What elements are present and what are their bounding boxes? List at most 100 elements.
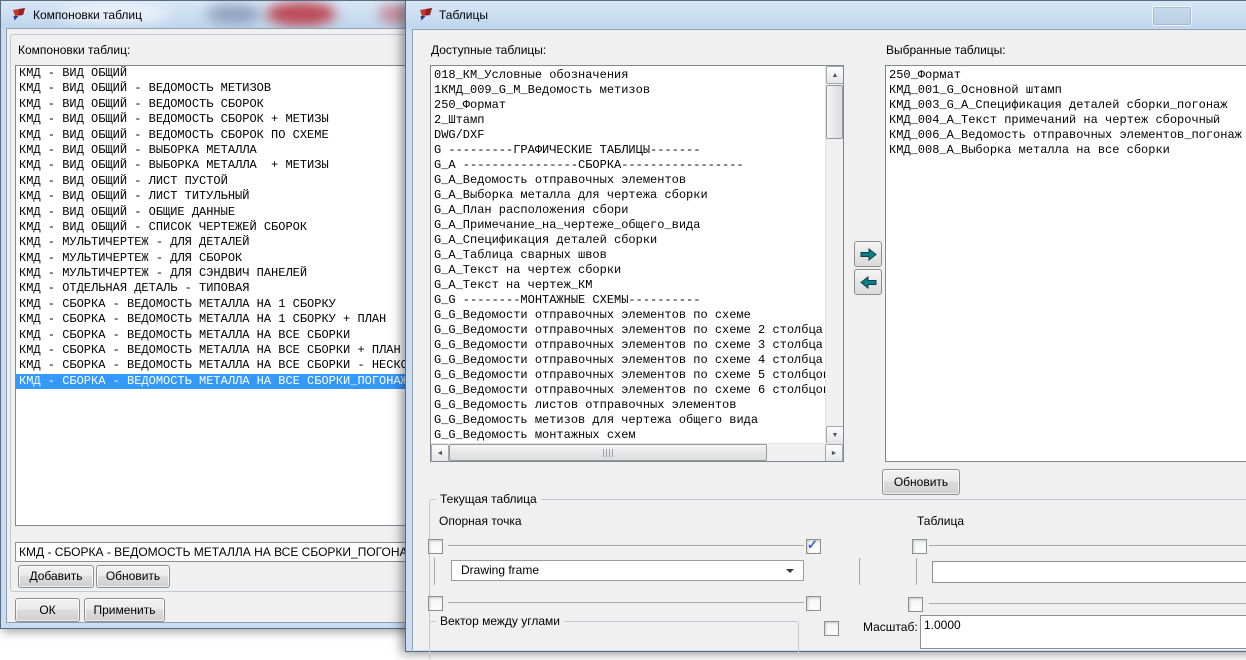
list-item[interactable]: КМД - ВИД ОБЩИЙ - ВЕДОМОСТЬ СБОРОК + МЕТ… bbox=[16, 112, 412, 127]
list-item[interactable]: КМД - ВИД ОБЩИЙ - ВЫБОРКА МЕТАЛЛА + МЕТИ… bbox=[16, 158, 412, 173]
list-item[interactable]: G_A_Ведомость отправочных элементов bbox=[431, 173, 826, 188]
list-item[interactable]: КМД_001_G_Основной штамп bbox=[886, 83, 1246, 98]
tables-dialog: Таблицы Доступные таблицы: 018_КМ_Условн… bbox=[405, 0, 1246, 652]
anchor-left-checkbox[interactable] bbox=[428, 539, 443, 554]
list-item[interactable]: КМД - ВИД ОБЩИЙ - ВЕДОМОСТЬ СБОРОК bbox=[16, 97, 412, 112]
connector-line bbox=[434, 558, 435, 585]
list-item[interactable]: G_G --------МОНТАЖНЫЕ СХЕМЫ---------- bbox=[431, 293, 826, 308]
list-item[interactable]: КМД - СБОРКА - ВЕДОМОСТЬ МЕТАЛЛА НА ВСЕ … bbox=[16, 328, 412, 343]
list-item[interactable]: КМД - СБОРКА - ВЕДОМОСТЬ МЕТАЛЛА НА ВСЕ … bbox=[16, 374, 412, 389]
list-item[interactable]: КМД - ВИД ОБЩИЙ - СПИСОК ЧЕРТЕЖЕЙ СБОРОК bbox=[16, 220, 412, 235]
tables-dialog-titlebar[interactable]: Таблицы bbox=[406, 1, 1246, 28]
table-left-checkbox[interactable] bbox=[912, 539, 927, 554]
list-item[interactable]: КМД - СБОРКА - ВЕДОМОСТЬ МЕТАЛЛА НА 1 СБ… bbox=[16, 312, 412, 327]
list-item[interactable]: КМД - ВИД ОБЩИЙ - ОБЩИЕ ДАННЫЕ bbox=[16, 205, 412, 220]
connector-line bbox=[916, 558, 917, 585]
scale-input[interactable]: 1.0000 bbox=[920, 615, 1246, 649]
available-tables-label: Доступные таблицы: bbox=[431, 43, 546, 57]
refresh-tables-button[interactable]: Обновить bbox=[882, 469, 960, 495]
list-item[interactable]: 2_Штамп bbox=[431, 113, 826, 128]
chevron-down-icon bbox=[786, 569, 794, 573]
list-item[interactable]: КМД - МУЛЬТИЧЕРТЕЖ - ДЛЯ СБОРОК bbox=[16, 251, 412, 266]
list-item[interactable]: DWG/DXF bbox=[431, 128, 826, 143]
list-item[interactable]: G_A ----------------СБОРКА--------------… bbox=[431, 158, 826, 173]
titlebar-blur-blob bbox=[266, 2, 336, 26]
available-tables-list[interactable]: 018_КМ_Условные обозначения1КМД_009_G_M_… bbox=[430, 65, 844, 462]
list-item[interactable]: G_A_Текст на чертеж_КМ bbox=[431, 278, 826, 293]
horizontal-scrollbar[interactable]: ◄ ► bbox=[431, 443, 843, 461]
layouts-dialog-body: Компоновки таблиц: КМД - ВИД ОБЩИЙКМД - … bbox=[6, 28, 411, 623]
list-item[interactable]: КМД_008_A_Выборка металла на все сборки bbox=[886, 143, 1246, 158]
table-input[interactable] bbox=[932, 561, 1246, 583]
list-item[interactable]: КМД - ВИД ОБЩИЙ - ВЕДОМОСТЬ СБОРОК ПО СХ… bbox=[16, 128, 412, 143]
scroll-right-button[interactable]: ► bbox=[825, 444, 843, 462]
separator-line bbox=[929, 603, 1246, 604]
anchor-combobox[interactable]: Drawing frame bbox=[451, 560, 804, 581]
selected-tables-label: Выбранные таблицы: bbox=[886, 43, 1006, 57]
list-item[interactable]: G_A_Таблица сварных швов bbox=[431, 248, 826, 263]
list-item[interactable]: КМД - СБОРКА - ВЕДОМОСТЬ МЕТАЛЛА НА ВСЕ … bbox=[16, 343, 412, 358]
list-item[interactable]: G_A_План расположения сбори bbox=[431, 203, 826, 218]
scroll-up-button[interactable]: ▲ bbox=[826, 66, 844, 84]
list-item[interactable]: G_A_Текст на чертеж сборки bbox=[431, 263, 826, 278]
layout-name-input[interactable]: КМД - СБОРКА - ВЕДОМОСТЬ МЕТАЛЛА НА ВСЕ … bbox=[15, 542, 415, 562]
vertical-scrollbar[interactable]: ▲ ▼ bbox=[825, 66, 843, 444]
anchor-right-checkbox[interactable] bbox=[806, 539, 821, 554]
list-item[interactable]: G_G_Ведомость монтажных схем bbox=[431, 428, 826, 443]
close-button[interactable] bbox=[1152, 6, 1192, 26]
scroll-thumb[interactable] bbox=[826, 85, 843, 139]
app-icon bbox=[418, 7, 434, 23]
list-item[interactable]: G_A_Спецификация деталей сборки bbox=[431, 233, 826, 248]
move-right-button[interactable] bbox=[854, 241, 882, 267]
list-item[interactable]: G_A_Выборка металла для чертежа сборки bbox=[431, 188, 826, 203]
list-item[interactable]: КМД - СБОРКА - ВЕДОМОСТЬ МЕТАЛЛА НА 1 СБ… bbox=[16, 297, 412, 312]
scroll-grip bbox=[603, 449, 613, 457]
separator-line bbox=[448, 545, 804, 546]
list-item[interactable]: КМД - СБОРКА - ВЕДОМОСТЬ МЕТАЛЛА НА ВСЕ … bbox=[16, 358, 412, 373]
separator-line bbox=[929, 545, 1246, 546]
list-item[interactable]: КМД_003_G_A_Спецификация деталей сборки_… bbox=[886, 98, 1246, 113]
selected-tables-list[interactable]: 250_ФорматКМД_001_G_Основной штампКМД_00… bbox=[885, 65, 1246, 462]
list-item[interactable]: G_G_Ведомости отправочных элементов по с… bbox=[431, 368, 826, 383]
tables-dialog-body: Доступные таблицы: 018_КМ_Условные обозн… bbox=[412, 29, 1246, 650]
list-item[interactable]: 018_КМ_Условные обозначения bbox=[431, 68, 826, 83]
layouts-dialog: Компоновки таблиц Компоновки таблиц: КМД… bbox=[0, 0, 412, 629]
list-item[interactable]: G_G_Ведомости отправочных элементов по с… bbox=[431, 353, 826, 368]
list-item[interactable]: G_G_Ведомости отправочных элементов по с… bbox=[431, 383, 826, 398]
list-item[interactable]: КМД - ВИД ОБЩИЙ - ЛИСТ ТИТУЛЬНЫЙ bbox=[16, 189, 412, 204]
list-item[interactable]: G_G_Ведомость метизов для чертежа общего… bbox=[431, 413, 826, 428]
list-item[interactable]: КМД - ВИД ОБЩИЙ - ЛИСТ ПУСТОЙ bbox=[16, 174, 412, 189]
list-item[interactable]: G_G_Ведомости отправочных элементов по с… bbox=[431, 323, 826, 338]
anchor-point-label: Опорная точка bbox=[439, 514, 522, 528]
apply-button[interactable]: Применить bbox=[84, 598, 165, 622]
move-left-button[interactable] bbox=[854, 269, 882, 295]
scroll-left-button[interactable]: ◄ bbox=[431, 444, 449, 462]
list-item[interactable]: G_G_Ведомости отправочных элементов по с… bbox=[431, 308, 826, 323]
list-item[interactable]: КМД_004_A_Текст примечаний на чертеж сбо… bbox=[886, 113, 1246, 128]
list-item[interactable]: КМД - МУЛЬТИЧЕРТЕЖ - ДЛЯ ДЕТАЛЕЙ bbox=[16, 235, 412, 250]
layouts-dialog-titlebar[interactable]: Компоновки таблиц bbox=[1, 1, 411, 28]
add-button[interactable]: Добавить bbox=[18, 565, 94, 588]
list-item[interactable]: G ---------ГРАФИЧЕСКИЕ ТАБЛИЦЫ------- bbox=[431, 143, 826, 158]
list-item[interactable]: 250_Формат bbox=[431, 98, 826, 113]
list-item[interactable]: КМД_006_A_Ведомость отправочных элементо… bbox=[886, 128, 1246, 143]
list-item[interactable]: КМД - МУЛЬТИЧЕРТЕЖ - ДЛЯ СЭНДВИЧ ПАНЕЛЕЙ bbox=[16, 266, 412, 281]
layouts-list[interactable]: КМД - ВИД ОБЩИЙКМД - ВИД ОБЩИЙ - ВЕДОМОС… bbox=[15, 65, 412, 526]
list-item[interactable]: КМД - ОТДЕЛЬНАЯ ДЕТАЛЬ - ТИПОВАЯ bbox=[16, 281, 412, 296]
update-button[interactable]: Обновить bbox=[96, 565, 170, 588]
ok-button[interactable]: ОК bbox=[15, 598, 80, 622]
list-item[interactable]: КМД - ВИД ОБЩИЙ bbox=[16, 66, 412, 81]
table-left-checkbox-2[interactable] bbox=[908, 597, 923, 612]
list-item[interactable]: 250_Формат bbox=[886, 68, 1246, 83]
scroll-down-button[interactable]: ▼ bbox=[826, 426, 844, 444]
anchor-right-checkbox-2[interactable] bbox=[806, 596, 821, 611]
list-item[interactable]: G_A_Примечание_на_чертеже_общего_вида bbox=[431, 218, 826, 233]
list-item[interactable]: КМД - ВИД ОБЩИЙ - ВЫБОРКА МЕТАЛЛА bbox=[16, 143, 412, 158]
list-item[interactable]: КМД - ВИД ОБЩИЙ - ВЕДОМОСТЬ МЕТИЗОВ bbox=[16, 81, 412, 96]
scroll-thumb[interactable] bbox=[449, 444, 767, 461]
list-item[interactable]: G_G_Ведомость листов отправочных элемент… bbox=[431, 398, 826, 413]
list-item[interactable]: 1КМД_009_G_M_Ведомость метизов bbox=[431, 83, 826, 98]
anchor-left-checkbox-2[interactable] bbox=[428, 596, 443, 611]
list-item[interactable]: G_G_Ведомости отправочных элементов по с… bbox=[431, 338, 826, 353]
scale-checkbox[interactable] bbox=[824, 621, 839, 636]
